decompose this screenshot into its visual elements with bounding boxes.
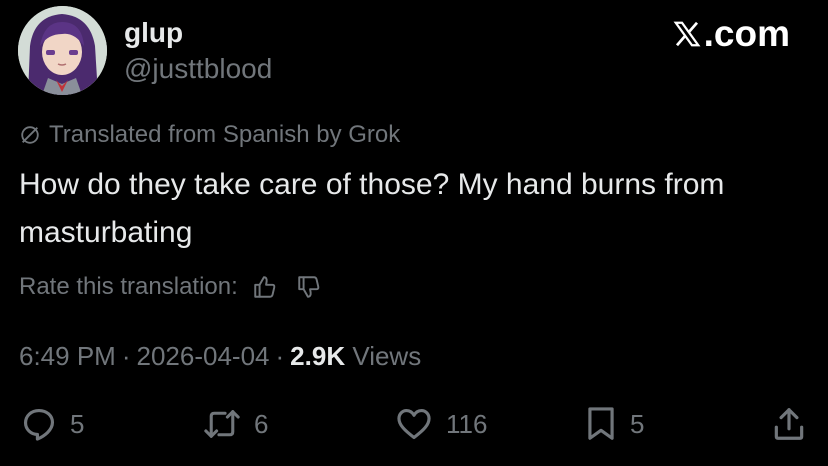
- avatar[interactable]: [18, 6, 107, 95]
- heart-icon: [397, 408, 431, 440]
- share-button[interactable]: [770, 404, 808, 444]
- rate-translation: Rate this translation:: [19, 270, 326, 304]
- tweet-time[interactable]: 6:49 PM: [19, 341, 116, 371]
- thumbs-up-button[interactable]: [248, 270, 282, 304]
- thumbs-down-button[interactable]: [292, 270, 326, 304]
- repost-icon: [204, 410, 240, 438]
- tweet-text: How do they take care of those? My hand …: [19, 168, 725, 249]
- repost-count: 6: [254, 408, 269, 439]
- author-display-name[interactable]: glup: [124, 16, 183, 50]
- repost-button[interactable]: 6: [202, 404, 268, 444]
- rate-translation-label: Rate this translation:: [19, 273, 238, 300]
- meta-separator: ·: [121, 341, 131, 371]
- like-button[interactable]: 116: [394, 404, 487, 444]
- translation-notice-text: Translated from Spanish by Grok: [49, 121, 401, 148]
- tweet-meta: 6:49 PM · 2026-04-04 · 2.9K Views: [19, 340, 421, 372]
- brand-label: .com: [703, 13, 790, 54]
- reply-button[interactable]: 5: [20, 404, 84, 444]
- views-count[interactable]: 2.9K: [290, 341, 345, 371]
- bookmark-icon: [588, 407, 614, 440]
- reply-icon: [23, 408, 55, 441]
- bookmark-button[interactable]: 5: [584, 404, 644, 444]
- share-icon: [774, 408, 804, 440]
- translation-notice: Translated from Spanish by Grok: [19, 120, 400, 150]
- like-count: 116: [446, 408, 488, 439]
- thumbs-up-icon: [254, 276, 276, 298]
- grok-icon: [21, 126, 39, 144]
- bookmark-count: 5: [630, 408, 645, 439]
- views-label[interactable]: Views: [352, 341, 421, 371]
- x-logo-icon: [673, 21, 701, 47]
- thumbs-down-icon: [298, 276, 320, 298]
- tweet-date[interactable]: 2026-04-04: [137, 341, 270, 371]
- action-bar: 5 6 116 5: [0, 404, 828, 444]
- author-handle[interactable]: @justtblood: [124, 52, 272, 86]
- meta-separator: ·: [275, 341, 285, 371]
- brand-watermark: .com: [672, 14, 790, 54]
- reply-count: 5: [70, 408, 85, 439]
